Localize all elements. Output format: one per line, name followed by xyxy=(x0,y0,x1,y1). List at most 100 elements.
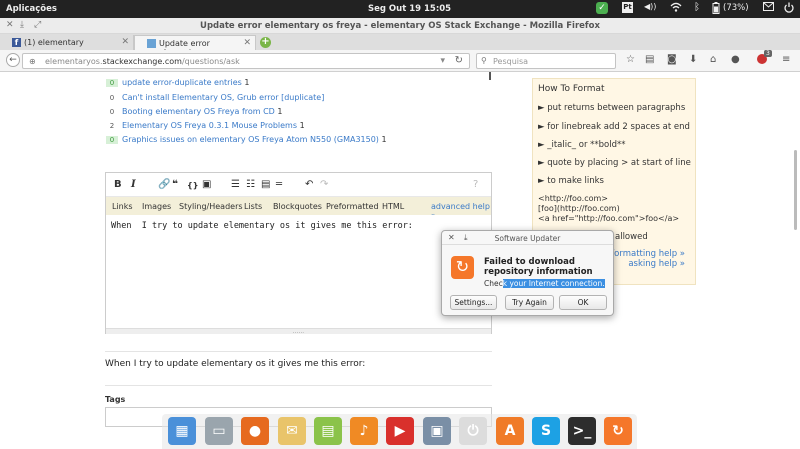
tab-update-error[interactable]: Update error elementary o... ✕ xyxy=(134,35,256,57)
link-icon[interactable]: 🔗 xyxy=(158,179,170,190)
navigation-bar: ← ⊕ elementaryos.stackexchange.com/quest… xyxy=(0,50,800,72)
undo-icon[interactable]: ↶ xyxy=(305,179,313,190)
help-tab-preformatted[interactable]: Preformatted xyxy=(326,202,379,211)
bluetooth-icon[interactable]: ᛒ xyxy=(694,2,700,13)
dock-music-icon[interactable]: ♪ xyxy=(350,417,378,445)
panel-title: How To Format xyxy=(538,84,605,94)
battery-percent: (73%) xyxy=(723,3,749,13)
help-icon[interactable]: ? xyxy=(473,179,478,190)
link-example: [foo](http://foo.com) xyxy=(538,204,620,213)
url-bar[interactable]: ⊕ elementaryos.stackexchange.com/questio… xyxy=(22,53,470,69)
question-body-textarea[interactable]: When I try to update elementary os it gi… xyxy=(106,215,491,327)
horizontal-rule-icon[interactable]: ═ xyxy=(276,179,282,190)
editor-toolbar: B I 🔗 ❝ {} ▣ ☰ ☷ ▤ ═ ↶ ↷ ? xyxy=(106,173,491,197)
url-prefix: elementaryos. xyxy=(45,57,103,66)
html-allowed-text: allowed xyxy=(615,232,648,242)
pocket-icon[interactable]: ◙ xyxy=(667,54,677,65)
question-link[interactable]: Graphics issues on elementary OS Freya A… xyxy=(122,135,379,144)
dock-photos-icon[interactable]: ▣ xyxy=(423,417,451,445)
bold-button[interactable]: B xyxy=(114,179,122,190)
related-question[interactable]: 2 Elementary OS Freya 0.3.1 Mouse Problem… xyxy=(106,121,305,130)
downloads-icon[interactable]: ⬇ xyxy=(689,54,697,65)
answer-count: 0 xyxy=(109,108,115,116)
hamburger-menu-icon[interactable]: ≡ xyxy=(782,54,790,65)
code-sample-icon[interactable]: {} xyxy=(187,181,198,190)
related-question[interactable]: 0 Graphics issues on elementary OS Freya … xyxy=(106,135,387,144)
dock-multitasking-view-icon[interactable]: ▦ xyxy=(168,417,196,445)
image-icon[interactable]: ▣ xyxy=(202,179,211,190)
tab-facebook[interactable]: f (1) elementary ✕ xyxy=(0,35,134,50)
dock-videos-icon[interactable]: ▶ xyxy=(386,417,414,445)
question-link[interactable]: update error-duplicate entries xyxy=(122,78,242,87)
help-tab-blockquotes[interactable]: Blockquotes xyxy=(273,202,322,211)
facebook-icon: f xyxy=(12,38,21,47)
ok-button[interactable]: OK xyxy=(559,295,607,310)
close-tab-icon[interactable]: ✕ xyxy=(243,38,251,48)
question-link[interactable]: Elementary OS Freya 0.3.1 Mouse Problems xyxy=(122,121,297,130)
dock-terminal-icon[interactable]: >_ xyxy=(568,417,596,445)
dock-app-center-icon[interactable]: A xyxy=(496,417,524,445)
mail-icon[interactable] xyxy=(763,2,774,11)
power-icon[interactable] xyxy=(784,2,794,13)
minimize-icon[interactable]: ⤓ xyxy=(464,233,468,243)
italic-button[interactable]: I xyxy=(131,179,136,190)
search-input[interactable]: ⚲ Pesquisa xyxy=(476,53,616,69)
help-tab-html[interactable]: HTML xyxy=(382,202,404,211)
close-tab-icon[interactable]: ✕ xyxy=(121,37,129,47)
error-heading: Failed to download repository informatio… xyxy=(484,257,593,277)
format-tip: ► quote by placing > at start of line xyxy=(538,158,691,168)
help-tab-images[interactable]: Images xyxy=(142,202,171,211)
keyboard-indicator-icon[interactable]: Pt xyxy=(622,2,633,13)
close-icon[interactable]: ✕ xyxy=(448,233,455,242)
reload-icon[interactable]: ↻ xyxy=(455,55,463,66)
settings-button[interactable]: Settings... xyxy=(450,295,497,310)
numbered-list-icon[interactable]: ☰ xyxy=(231,179,240,190)
new-tab-button[interactable]: + xyxy=(260,37,271,48)
update-indicator-icon[interactable]: ✓ xyxy=(596,2,608,14)
dock-mail-icon[interactable]: ✉ xyxy=(278,417,306,445)
applications-menu[interactable]: Aplicações xyxy=(6,4,57,14)
dropdown-arrow-icon[interactable]: ▾ xyxy=(440,56,445,66)
blockquote-icon[interactable]: ❝ xyxy=(172,179,178,190)
volume-icon[interactable]: ◀)) xyxy=(644,2,656,11)
search-icon: ⚲ xyxy=(481,56,487,65)
page-scrollbar[interactable] xyxy=(794,150,797,230)
question-score: 1 xyxy=(277,107,283,116)
asking-help-link[interactable]: asking help » xyxy=(628,259,685,269)
dock-firefox-icon[interactable]: ● xyxy=(241,417,269,445)
question-link[interactable]: Can't install Elementary OS, Grub error … xyxy=(122,93,324,102)
help-tab-lists[interactable]: Lists xyxy=(244,202,262,211)
back-button[interactable]: ← xyxy=(6,53,20,67)
dock-files-icon[interactable]: ▭ xyxy=(205,417,233,445)
tags-label: Tags xyxy=(105,395,126,404)
question-link[interactable]: Booting elementary OS Freya from CD xyxy=(122,107,275,116)
heading-icon[interactable]: ▤ xyxy=(261,179,270,190)
help-tab-styling[interactable]: Styling/Headers xyxy=(179,202,243,211)
redo-icon[interactable]: ↷ xyxy=(320,179,328,190)
tab-bar: f (1) elementary ✕ Update error elementa… xyxy=(0,34,800,57)
battery-indicator[interactable]: (73%) xyxy=(712,2,749,14)
related-question[interactable]: 0 update error-duplicate entries 1 xyxy=(106,78,249,87)
bulleted-list-icon[interactable]: ☷ xyxy=(246,179,255,190)
wifi-icon[interactable] xyxy=(670,2,682,12)
home-icon[interactable]: ⌂ xyxy=(710,54,716,65)
formatting-help-link[interactable]: formatting help » xyxy=(611,249,685,259)
clock[interactable]: Seg Out 19 15:05 xyxy=(368,4,451,14)
dock-calendar-icon[interactable]: ▤ xyxy=(314,417,342,445)
bookmark-star-icon[interactable]: ☆ xyxy=(626,54,635,65)
site-info-icon[interactable]: ⊕ xyxy=(29,57,36,66)
dock-system-settings-icon[interactable]: ⏻ xyxy=(459,417,487,445)
try-again-button[interactable]: Try Again xyxy=(505,295,554,310)
answer-count: 0 xyxy=(109,94,115,102)
dock-skype-icon[interactable]: S xyxy=(532,417,560,445)
resize-grip[interactable]: ...... xyxy=(106,328,491,335)
software-updater-dialog: Software Updater ✕ ⤓ ↻ Failed to downloa… xyxy=(441,230,614,316)
notifications-icon[interactable]: 3 xyxy=(757,50,772,67)
related-question[interactable]: 0 Can't install Elementary OS, Grub error… xyxy=(106,93,325,102)
chat-icon[interactable]: ● xyxy=(731,54,740,65)
related-question[interactable]: 0 Booting elementary OS Freya from CD 1 xyxy=(106,107,283,116)
dock-software-updater-icon[interactable]: ↻ xyxy=(604,417,632,445)
help-tab-links[interactable]: Links xyxy=(112,202,133,211)
reading-list-icon[interactable]: ▤ xyxy=(645,54,654,65)
window-title: Update error elementary os freya - eleme… xyxy=(200,21,600,31)
